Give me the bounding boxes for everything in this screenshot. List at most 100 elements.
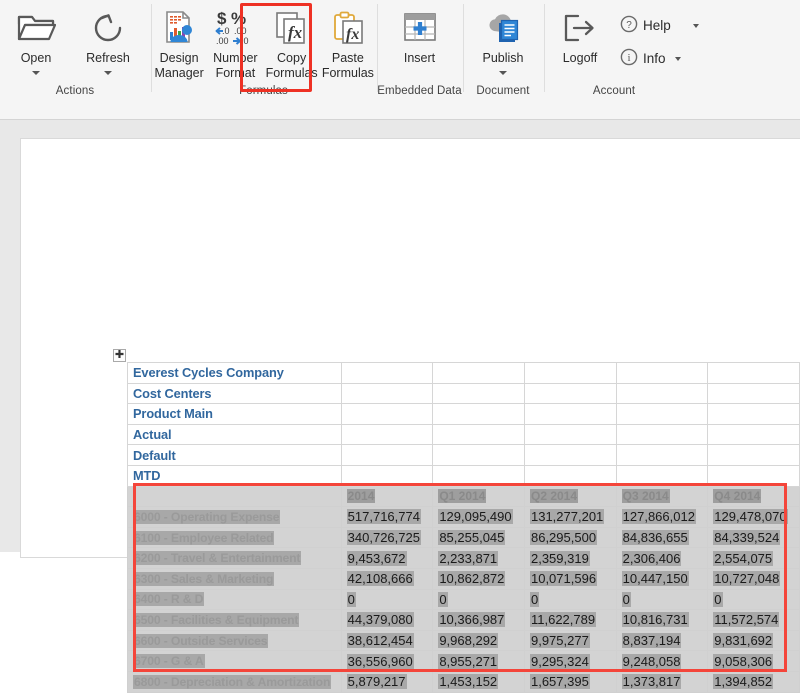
row-label-cell[interactable]: 6600 - Outside Services [127, 629, 342, 652]
empty-cell[interactable] [432, 362, 525, 384]
value-cell[interactable]: 0 [432, 588, 525, 611]
value-cell[interactable]: 86,295,500 [523, 526, 617, 549]
chevron-down-icon[interactable] [674, 56, 681, 61]
row-label-cell[interactable]: 6200 - Travel & Entertainment [127, 547, 342, 569]
value-cell[interactable]: 0 [707, 588, 800, 611]
value-cell[interactable]: 0 [523, 588, 617, 611]
table-row[interactable]: 6500 - Facilities & Equipment 44,379,080… [127, 609, 800, 631]
value-cell[interactable]: 0 [615, 588, 709, 611]
value-cell[interactable]: 1,373,817 [615, 670, 709, 693]
table-row[interactable]: Cost Centers [127, 382, 800, 405]
empty-cell[interactable] [432, 464, 525, 487]
value-cell[interactable]: 129,095,490 [432, 506, 525, 528]
empty-cell[interactable] [340, 362, 434, 384]
empty-cell[interactable] [340, 403, 434, 425]
chevron-down-icon[interactable] [499, 70, 507, 75]
row-label-cell[interactable]: 6300 - Sales & Marketing [127, 567, 342, 590]
value-cell[interactable]: 131,277,201 [523, 506, 617, 528]
value-cell[interactable]: 9,058,306 [707, 650, 800, 672]
table-row[interactable]: 6100 - Employee Related 340,726,725 85,2… [127, 526, 800, 549]
report-grid[interactable]: Everest Cycles Company Cost Centers Prod… [127, 362, 800, 693]
table-row[interactable]: 6600 - Outside Services 38,612,454 9,968… [127, 629, 800, 652]
value-cell[interactable]: 10,071,596 [523, 567, 617, 590]
value-cell[interactable]: 9,831,692 [707, 629, 800, 652]
empty-cell[interactable] [523, 464, 617, 487]
value-cell[interactable]: 38,612,454 [340, 629, 434, 652]
table-row[interactable]: 6200 - Travel & Entertainment 9,453,672 … [127, 547, 800, 569]
copy-formulas-button[interactable]: fx Copy Formulas [264, 4, 320, 80]
empty-cell[interactable] [615, 403, 709, 425]
chevron-down-icon[interactable] [692, 23, 699, 28]
publish-button[interactable]: Publish [463, 4, 543, 75]
value-cell[interactable]: 2,359,319 [523, 547, 617, 569]
empty-cell[interactable] [707, 423, 800, 446]
grid-column-header-cell[interactable]: Q4 2014 [707, 485, 800, 508]
empty-cell[interactable] [340, 444, 434, 466]
empty-cell[interactable] [340, 423, 434, 446]
empty-cell[interactable] [432, 444, 525, 466]
table-row[interactable]: 6800 - Depreciation & Amortization 5,879… [127, 670, 800, 693]
table-row[interactable]: 6300 - Sales & Marketing 42,108,666 10,8… [127, 567, 800, 590]
grid-column-header-row[interactable]: 2014 Q1 2014 Q2 2014 Q3 2014 Q4 2014 [127, 485, 800, 508]
row-label-cell[interactable]: 6000 - Operating Expense [127, 506, 342, 528]
empty-cell[interactable] [432, 382, 525, 405]
row-label-cell[interactable]: 6100 - Employee Related [127, 526, 342, 549]
table-row[interactable]: MTD [127, 464, 800, 487]
row-label-cell[interactable]: 6800 - Depreciation & Amortization [127, 670, 342, 693]
value-cell[interactable]: 11,622,789 [523, 609, 617, 631]
design-manager-button[interactable]: Design Manager [151, 4, 207, 80]
empty-cell[interactable] [432, 403, 525, 425]
value-cell[interactable]: 11,572,574 [707, 609, 800, 631]
value-cell[interactable]: 9,295,324 [523, 650, 617, 672]
chevron-down-icon[interactable] [104, 70, 112, 75]
insert-button[interactable]: Insert [377, 4, 462, 66]
value-cell[interactable]: 10,727,048 [707, 567, 800, 590]
empty-cell[interactable] [707, 464, 800, 487]
empty-cell[interactable] [707, 382, 800, 405]
value-cell[interactable]: 42,108,666 [340, 567, 434, 590]
move-table-handle-icon[interactable]: ✚ [113, 349, 126, 362]
value-cell[interactable]: 10,366,987 [432, 609, 525, 631]
number-format-button[interactable]: $ % .0 .00 .00 .0 Number Format [207, 4, 263, 80]
value-cell[interactable]: 8,837,194 [615, 629, 709, 652]
value-cell[interactable]: 1,657,395 [523, 670, 617, 693]
value-cell[interactable]: 5,879,217 [340, 670, 434, 693]
value-cell[interactable]: 8,955,271 [432, 650, 525, 672]
grid-column-header-cell[interactable]: Q2 2014 [523, 485, 617, 508]
row-label-cell[interactable]: 6500 - Facilities & Equipment [127, 609, 342, 631]
chevron-down-icon[interactable] [32, 70, 40, 75]
value-cell[interactable]: 84,836,655 [615, 526, 709, 549]
value-cell[interactable]: 2,554,075 [707, 547, 800, 569]
grid-column-header-cell[interactable]: 2014 [340, 485, 434, 508]
value-cell[interactable]: 517,716,774 [340, 506, 434, 528]
value-cell[interactable]: 340,726,725 [340, 526, 434, 549]
value-cell[interactable]: 9,975,277 [523, 629, 617, 652]
table-row[interactable]: Everest Cycles Company [127, 362, 800, 384]
empty-cell[interactable] [707, 403, 800, 425]
row-label-cell[interactable]: 6400 - R & D [127, 588, 342, 611]
empty-cell[interactable] [432, 423, 525, 446]
grid-column-header-cell[interactable]: Q3 2014 [615, 485, 709, 508]
empty-cell[interactable] [523, 444, 617, 466]
value-cell[interactable]: 9,968,292 [432, 629, 525, 652]
value-cell[interactable]: 1,394,852 [707, 670, 800, 693]
open-button[interactable]: Open [0, 4, 72, 75]
empty-cell[interactable] [523, 382, 617, 405]
empty-cell[interactable] [523, 423, 617, 446]
value-cell[interactable]: 10,862,872 [432, 567, 525, 590]
value-cell[interactable]: 36,556,960 [340, 650, 434, 672]
empty-cell[interactable] [615, 464, 709, 487]
empty-cell[interactable] [707, 362, 800, 384]
value-cell[interactable]: 44,379,080 [340, 609, 434, 631]
value-cell[interactable]: 2,233,871 [432, 547, 525, 569]
value-cell[interactable]: 84,339,524 [707, 526, 800, 549]
value-cell[interactable]: 9,453,672 [340, 547, 434, 569]
value-cell[interactable]: 127,866,012 [615, 506, 709, 528]
value-cell[interactable]: 1,453,152 [432, 670, 525, 693]
empty-cell[interactable] [615, 382, 709, 405]
empty-cell[interactable] [523, 362, 617, 384]
paste-formulas-button[interactable]: fx Paste Formulas [320, 4, 376, 80]
row-label-cell[interactable]: 6700 - G & A [127, 650, 342, 672]
table-row[interactable]: Default [127, 444, 800, 466]
empty-cell[interactable] [615, 362, 709, 384]
